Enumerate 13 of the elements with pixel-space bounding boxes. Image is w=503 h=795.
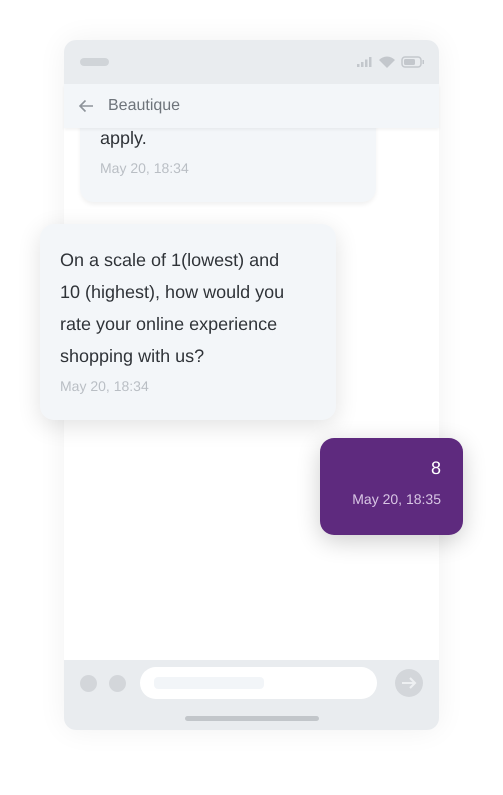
message-time: May 20, 18:35 — [352, 491, 441, 507]
message-text: On a scale of 1(lowest) and 10 (highest), how would you rate your online experience shopping with us? — [60, 249, 286, 368]
message-text: 8 — [430, 458, 441, 479]
back-arrow-icon[interactable] — [78, 99, 94, 113]
wifi-icon — [379, 56, 395, 68]
message-time: May 20, 18:34 — [100, 160, 190, 176]
battery-icon — [401, 56, 425, 68]
status-placeholder — [80, 58, 109, 66]
chat-title: Beautique — [108, 97, 180, 115]
message-text: apply. — [100, 127, 148, 150]
signal-icon — [357, 57, 373, 67]
send-icon[interactable] — [395, 669, 423, 697]
message-time: May 20, 18:34 — [60, 378, 150, 394]
